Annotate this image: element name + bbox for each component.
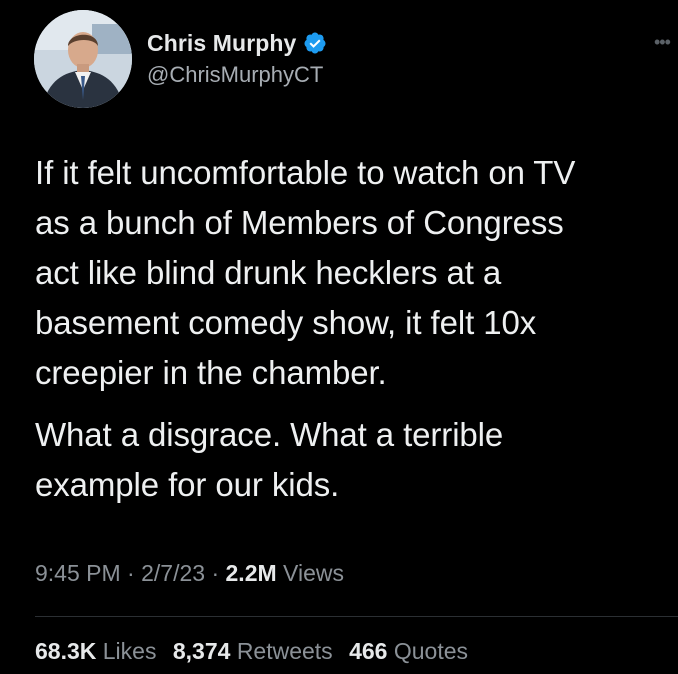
tweet-paragraph: What a disgrace. What a terrible example… — [35, 410, 678, 510]
quotes-stat[interactable]: 466 Quotes — [349, 638, 468, 664]
more-options-icon[interactable]: ••• — [654, 32, 671, 53]
tweet-text: If it felt uncomfortable to watch on TV … — [35, 148, 678, 510]
views-label: Views — [283, 560, 344, 586]
tweet-paragraph: If it felt uncomfortable to watch on TV … — [35, 148, 678, 398]
profile-photo — [34, 10, 132, 108]
text-line: as a bunch of Members of Congress — [35, 204, 564, 241]
retweets-stat[interactable]: 8,374 Retweets — [173, 638, 333, 664]
text-line: If it felt uncomfortable to watch on TV — [35, 154, 576, 191]
tweet-stats: 68.3K Likes 8,374 Retweets 466 Quotes — [35, 638, 478, 665]
divider — [35, 616, 678, 617]
tweet-meta: 9:45 PM · 2/7/23 · 2.2M Views — [35, 560, 344, 587]
quotes-label: Quotes — [393, 638, 468, 664]
retweets-count: 8,374 — [172, 638, 231, 664]
likes-count: 68.3K — [35, 638, 97, 664]
tweet-card: Chris Murphy @ChrisMurphyCT ••• If it fe… — [0, 0, 678, 674]
meta-separator: · — [211, 560, 220, 586]
verified-badge-icon — [304, 32, 326, 54]
text-line: act like blind drunk hecklers at a — [35, 254, 502, 291]
retweets-label: Retweets — [236, 638, 333, 664]
likes-stat[interactable]: 68.3K Likes — [35, 638, 156, 664]
author-handle[interactable]: @ChrisMurphyCT — [147, 62, 323, 88]
views-count: 2.2M — [225, 560, 277, 586]
text-line: creepier in the chamber. — [35, 354, 387, 391]
quotes-count: 466 — [349, 638, 388, 664]
likes-label: Likes — [102, 638, 157, 664]
author-name-row: Chris Murphy — [147, 28, 327, 58]
text-line: basement comedy show, it felt 10x — [35, 304, 537, 341]
author-display-name[interactable]: Chris Murphy — [147, 30, 296, 57]
text-line: example for our kids. — [35, 466, 340, 503]
avatar[interactable] — [34, 10, 132, 108]
meta-separator: · — [127, 560, 135, 586]
text-line: What a disgrace. What a terrible — [35, 416, 504, 453]
tweet-date[interactable]: 2/7/23 — [141, 560, 205, 586]
tweet-time[interactable]: 9:45 PM — [35, 560, 121, 586]
